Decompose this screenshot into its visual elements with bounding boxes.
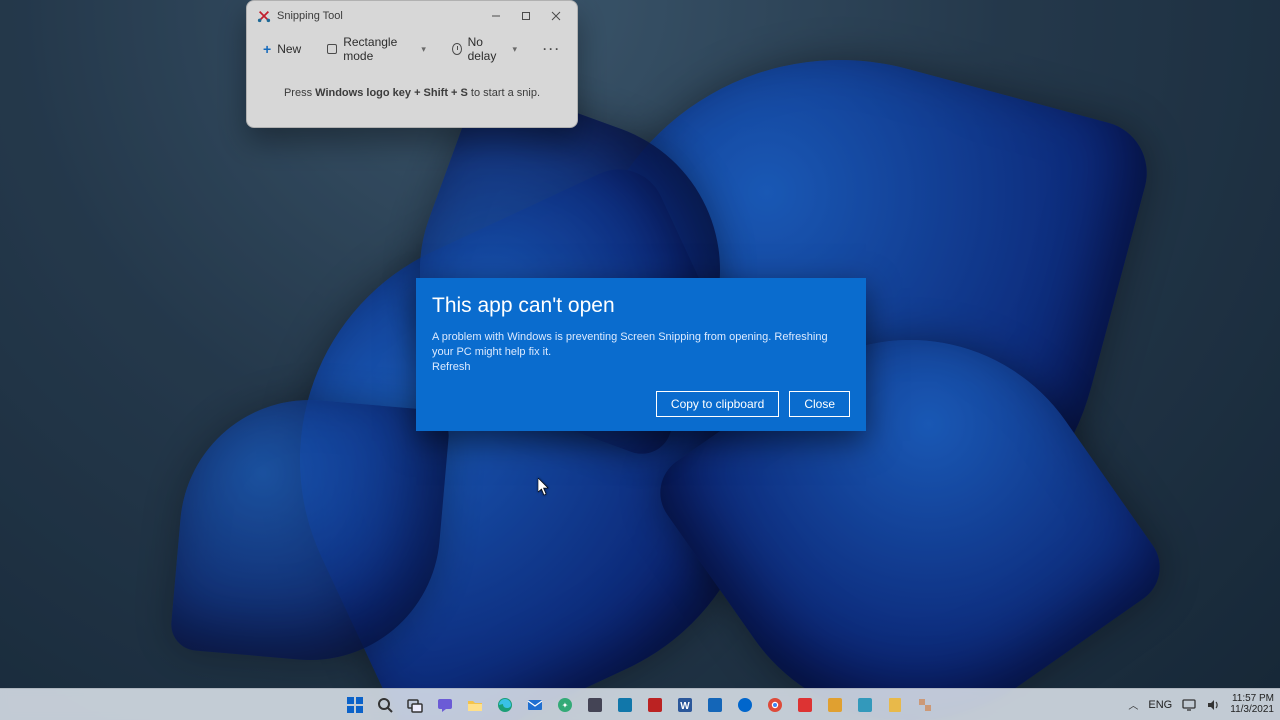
svg-text:W: W [680, 701, 690, 712]
taskbar-app-icon[interactable] [884, 694, 906, 716]
error-dialog: This app can't open A problem with Windo… [416, 278, 866, 431]
taskbar-app-icon[interactable] [824, 694, 846, 716]
title-bar[interactable]: Snipping Tool [247, 1, 577, 31]
new-label: New [277, 42, 301, 56]
tray-overflow-button[interactable]: ︿ [1128, 697, 1138, 712]
time-text: 11:57 PM [1230, 694, 1274, 705]
word-button[interactable]: W [674, 694, 696, 716]
taskbar[interactable]: ✦ W ︿ ENG 11:57 PM 11/3/2021 [0, 688, 1280, 720]
close-dialog-button[interactable]: Close [789, 391, 850, 417]
taskbar-app-icon[interactable] [854, 694, 876, 716]
error-title: This app can't open [432, 294, 850, 318]
taskview-button[interactable] [404, 694, 426, 716]
svg-text:✦: ✦ [562, 701, 569, 710]
search-button[interactable] [374, 694, 396, 716]
minimize-button[interactable] [481, 1, 511, 31]
copy-to-clipboard-button[interactable]: Copy to clipboard [656, 391, 779, 417]
date-text: 11/3/2021 [1230, 705, 1274, 716]
chrome-button[interactable] [764, 694, 786, 716]
file-explorer-button[interactable] [464, 694, 486, 716]
more-button[interactable]: ··· [537, 38, 567, 60]
network-icon[interactable] [1182, 698, 1196, 712]
chevron-down-icon: ▾ [512, 44, 517, 55]
window-title: Snipping Tool [277, 10, 343, 22]
system-tray: ︿ ENG 11:57 PM 11/3/2021 [1128, 694, 1274, 715]
clock[interactable]: 11:57 PM 11/3/2021 [1230, 694, 1274, 715]
taskbar-app-icon[interactable] [584, 694, 606, 716]
delay-label: No delay [468, 35, 505, 63]
plus-icon: + [263, 42, 271, 56]
error-message: A problem with Windows is preventing Scr… [432, 330, 850, 360]
chat-button[interactable] [434, 694, 456, 716]
snipping-tool-window: Snipping Tool + New Rectangle mode ▾ No … [246, 0, 578, 128]
clock-icon [452, 43, 462, 55]
close-button[interactable] [541, 1, 571, 31]
mode-label: Rectangle mode [343, 35, 413, 63]
delay-dropdown[interactable]: No delay ▾ [446, 31, 523, 67]
taskbar-app-icon[interactable] [704, 694, 726, 716]
edge-button[interactable] [494, 694, 516, 716]
rectangle-icon [327, 44, 337, 54]
mouse-cursor [538, 478, 550, 496]
taskbar-app-icon[interactable] [614, 694, 636, 716]
hint-text: Press Windows logo key + Shift + S to st… [247, 67, 577, 127]
taskbar-app-icon[interactable]: ✦ [554, 694, 576, 716]
taskbar-app-icon[interactable] [914, 694, 936, 716]
mode-dropdown[interactable]: Rectangle mode ▾ [321, 31, 432, 67]
volume-icon[interactable] [1206, 698, 1220, 712]
new-button[interactable]: + New [257, 38, 307, 60]
language-indicator[interactable]: ENG [1148, 699, 1172, 711]
mail-button[interactable] [524, 694, 546, 716]
maximize-button[interactable] [511, 1, 541, 31]
start-button[interactable] [344, 694, 366, 716]
refresh-link[interactable]: Refresh [432, 361, 850, 373]
snipping-tool-icon [257, 9, 271, 23]
taskbar-center: ✦ W [344, 694, 936, 716]
toolbar: + New Rectangle mode ▾ No delay ▾ ··· [247, 31, 577, 67]
chevron-down-icon: ▾ [421, 44, 426, 55]
taskbar-app-icon[interactable] [644, 694, 666, 716]
taskbar-app-icon[interactable] [794, 694, 816, 716]
taskbar-app-icon[interactable] [734, 694, 756, 716]
